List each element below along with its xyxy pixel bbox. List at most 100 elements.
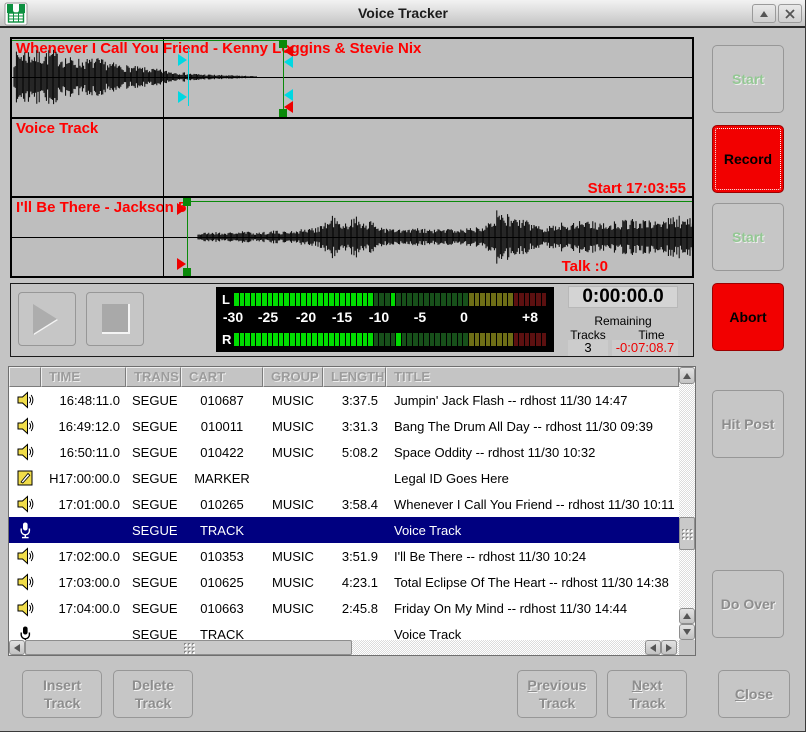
vscroll-up2-button[interactable]	[679, 608, 695, 624]
table-row[interactable]: 16:50:11.0 SEGUE 010422 MUSIC 5:08.2 Spa…	[9, 439, 679, 465]
track2-start-marker-top-icon[interactable]	[178, 54, 187, 66]
row-group: MUSIC	[263, 497, 323, 512]
row-cart: 010625	[181, 575, 263, 590]
titlebar[interactable]: Voice Tracker	[0, 0, 806, 28]
track1-segue-marker-top-icon[interactable]	[284, 56, 293, 68]
meter-scale-label: +8	[522, 309, 538, 325]
play-icon	[33, 304, 57, 334]
start-track1-label: Start	[732, 70, 764, 88]
col-header-icon[interactable]	[9, 367, 41, 387]
row-length: 5:08.2	[323, 445, 386, 460]
delete-track-label: DeleteTrack	[132, 676, 174, 712]
col-header-group[interactable]: GROUP	[263, 367, 323, 387]
meter-scale-label: -15	[332, 309, 352, 325]
close-icon	[785, 9, 795, 19]
col-header-length[interactable]: LENGTH	[323, 367, 386, 387]
track3-fade-marker-top-icon[interactable]	[177, 203, 186, 215]
table-row[interactable]: 16:48:11.0 SEGUE 010687 MUSIC 3:37.5 Jum…	[9, 387, 679, 413]
row-cart: 010663	[181, 601, 263, 616]
row-cart: TRACK	[181, 627, 263, 641]
table-row[interactable]: 17:02:00.0 SEGUE 010353 MUSIC 3:51.9 I'l…	[9, 543, 679, 569]
meter-scale-label: -30	[223, 309, 243, 325]
table-row[interactable]: SEGUE TRACK Voice Track	[9, 517, 679, 543]
hit-post-button[interactable]: Hit Post	[712, 390, 784, 458]
vscroll-up-button[interactable]	[679, 367, 695, 384]
track1-segue-marker-bottom-icon[interactable]	[284, 89, 293, 101]
track2-start-marker-bottom-icon[interactable]	[178, 91, 187, 103]
hscroll-right-button[interactable]	[661, 640, 677, 655]
row-transition: SEGUE	[126, 445, 181, 460]
row-type-icon	[9, 547, 41, 565]
row-title: Friday On My Mind -- rdhost 11/30 14:44	[386, 601, 679, 616]
microphone-icon	[16, 521, 34, 539]
start-track1-button[interactable]: Start	[712, 45, 784, 113]
record-button[interactable]: Record	[712, 125, 784, 193]
close-window-button[interactable]	[778, 4, 802, 23]
meter-right-label: R	[222, 332, 231, 347]
table-row[interactable]: 17:01:00.0 SEGUE 010265 MUSIC 3:58.4 Whe…	[9, 491, 679, 517]
table-row[interactable]: 17:04:00.0 SEGUE 010663 MUSIC 2:45.8 Fri…	[9, 595, 679, 621]
previous-track-button[interactable]: PreviousTrack	[517, 670, 597, 718]
row-group: MUSIC	[263, 601, 323, 616]
do-over-button[interactable]: Do Over	[712, 570, 784, 638]
insert-track-label: InsertTrack	[43, 676, 81, 712]
right-arrow-icon	[666, 644, 672, 652]
vscroll-thumb[interactable]	[679, 517, 695, 550]
delete-track-button[interactable]: DeleteTrack	[113, 670, 193, 718]
vscroll-track[interactable]	[679, 384, 695, 608]
shade-window-button[interactable]	[752, 4, 776, 23]
row-cart: 010265	[181, 497, 263, 512]
meter-scale-label: 0	[460, 309, 468, 325]
insert-track-button[interactable]: InsertTrack	[22, 670, 102, 718]
row-time: 16:49:12.0	[41, 419, 126, 434]
stop-button[interactable]	[86, 292, 144, 346]
close-button[interactable]: Close	[718, 670, 790, 718]
waveform-svg	[12, 39, 692, 276]
play-button[interactable]	[18, 292, 76, 346]
row-type-icon	[9, 417, 41, 435]
row-type-icon	[9, 443, 41, 461]
hscroll-left-button[interactable]	[9, 640, 25, 655]
row-transition: SEGUE	[126, 471, 181, 486]
table-row[interactable]: 17:03:00.0 SEGUE 010625 MUSIC 4:23.1 Tot…	[9, 569, 679, 595]
col-header-cart[interactable]: CART	[181, 367, 263, 387]
row-transition: SEGUE	[126, 575, 181, 590]
track3-start-marker-line[interactable]	[187, 198, 188, 275]
elapsed-time-display: 0:00:00.0	[568, 286, 678, 308]
row-length: 3:51.9	[323, 549, 386, 564]
col-header-trans[interactable]: TRANS	[126, 367, 181, 387]
table-row[interactable]: SEGUE TRACK Voice Track	[9, 621, 679, 640]
window-title: Voice Tracker	[0, 5, 806, 21]
table-row[interactable]: H17:00:00.0 SEGUE MARKER Legal ID Goes H…	[9, 465, 679, 491]
row-time: H17:00:00.0	[41, 471, 126, 486]
col-header-title[interactable]: TITLE	[386, 367, 679, 387]
row-type-icon	[9, 599, 41, 617]
row-group: MUSIC	[263, 419, 323, 434]
left-arrow-icon	[650, 644, 656, 652]
row-type-icon	[9, 495, 41, 513]
remaining-time-value: -0:07:08.7	[612, 340, 678, 356]
meter-scale: -30-25-20-15-10-50+8	[216, 309, 554, 327]
col-header-time[interactable]: TIME	[41, 367, 126, 387]
row-time: 17:04:00.0	[41, 601, 126, 616]
track1-fade-marker-bottom-icon[interactable]	[284, 101, 293, 113]
speaker-icon	[16, 417, 34, 435]
track3-fade-marker-bottom-icon[interactable]	[177, 258, 186, 270]
row-transition: SEGUE	[126, 549, 181, 564]
transport-panel: L R -30-25-20-15-10-50+8 0:00:00.0 Remai…	[10, 283, 694, 357]
next-track-button[interactable]: NextTrack	[607, 670, 687, 718]
track2-start-marker-line[interactable]	[188, 48, 189, 106]
remaining-tracks-value: 3	[568, 340, 608, 356]
row-time: 16:48:11.0	[41, 393, 126, 408]
row-type-icon	[9, 625, 41, 640]
abort-label: Abort	[729, 308, 766, 326]
hscroll-thumb[interactable]	[25, 640, 352, 655]
abort-button[interactable]: Abort	[712, 283, 784, 351]
row-cart: TRACK	[181, 523, 263, 538]
row-title: Jumpin' Jack Flash -- rdhost 11/30 14:47	[386, 393, 679, 408]
start-track3-button[interactable]: Start	[712, 203, 784, 271]
vscroll-down-button[interactable]	[679, 624, 695, 640]
thumb-grip	[681, 528, 693, 540]
table-row[interactable]: 16:49:12.0 SEGUE 010011 MUSIC 3:31.3 Ban…	[9, 413, 679, 439]
hscroll-left2-button[interactable]	[645, 640, 661, 655]
